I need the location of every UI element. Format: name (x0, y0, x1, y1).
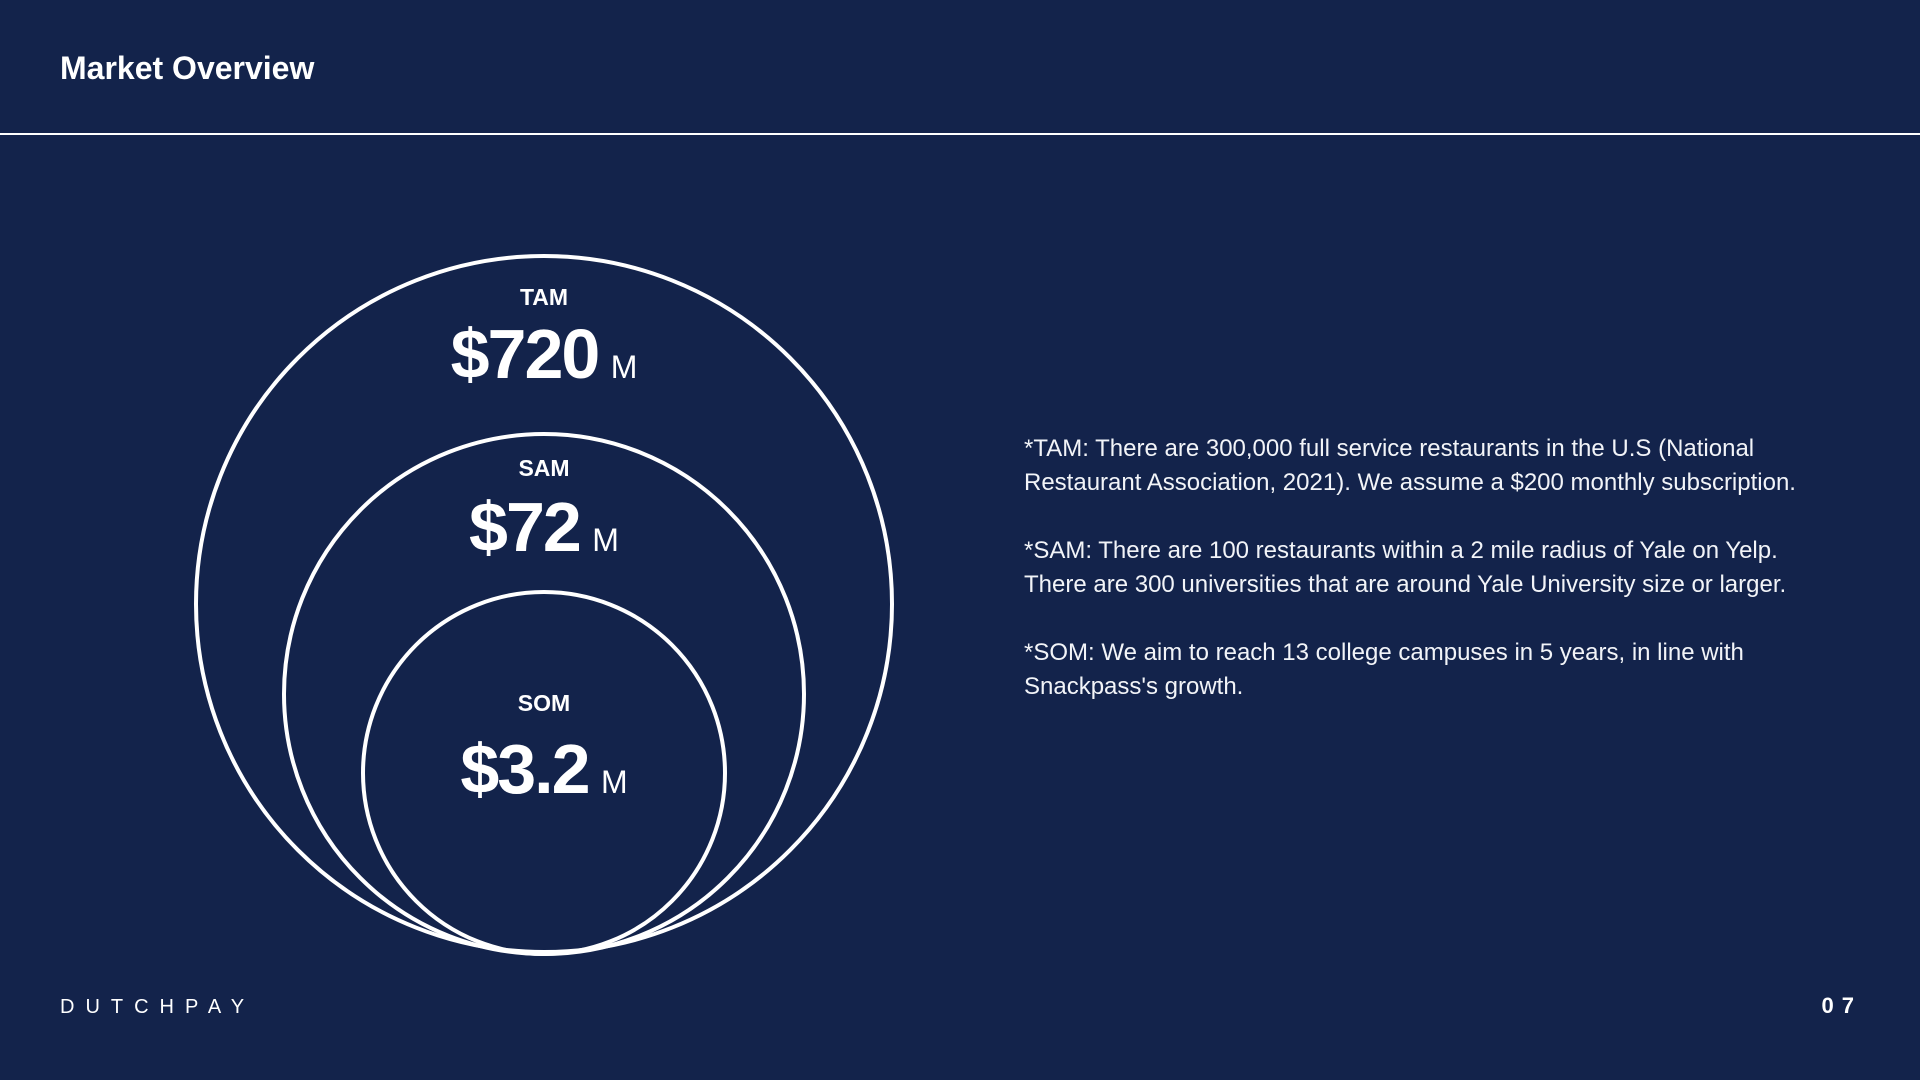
market-notes: *TAM: There are 300,000 full service res… (1024, 432, 1844, 738)
tam-value: $720 (451, 315, 599, 393)
sam-label: SAM (518, 455, 569, 481)
tam-unit: M (611, 349, 638, 385)
brand-wordmark: DUTCHPAY (60, 996, 256, 1018)
som-unit: M (601, 764, 628, 800)
sam-unit: M (592, 522, 619, 558)
sam-note: *SAM: There are 100 restaurants within a… (1024, 537, 1787, 598)
sam-value: $72 (469, 488, 580, 566)
som-label: SOM (518, 690, 570, 716)
sam-amount: $72 M (469, 488, 619, 566)
tam-label: TAM (520, 284, 568, 310)
tam-amount: $720 M (451, 315, 638, 393)
page-number: 07 (1821, 993, 1862, 1018)
tam-note: *TAM: There are 300,000 full service res… (1024, 435, 1796, 496)
som-value: $3.2 (460, 730, 588, 808)
som-amount: $3.2 M (460, 730, 627, 808)
som-note: *SOM: We aim to reach 13 college campuse… (1024, 639, 1744, 700)
